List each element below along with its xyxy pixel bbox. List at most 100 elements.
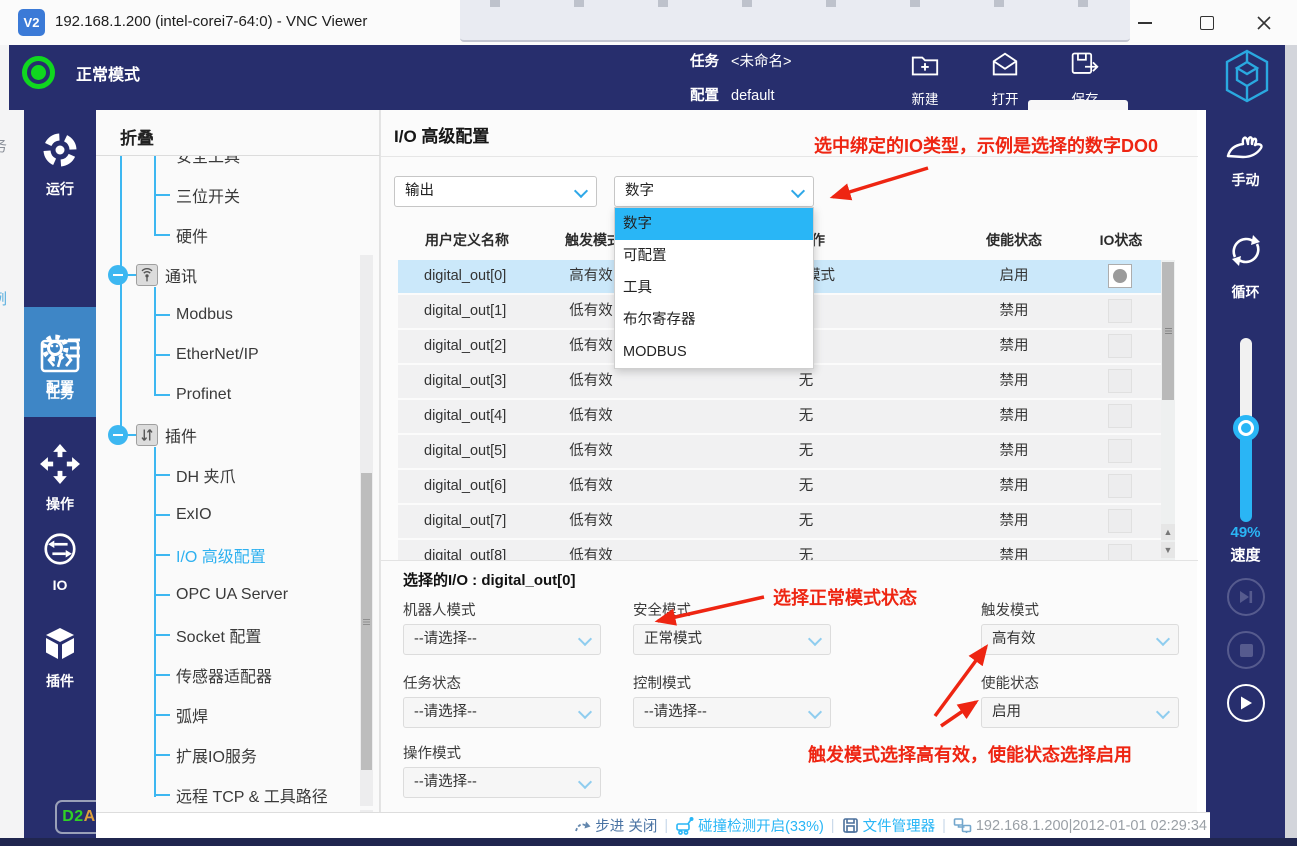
enable-state-select[interactable]: 启用: [981, 697, 1179, 728]
collapse-minus-icon[interactable]: [108, 425, 128, 445]
dropdown-option[interactable]: MODBUS: [615, 336, 813, 368]
cycle-icon[interactable]: [1224, 228, 1268, 277]
cycle-label: 循环: [1206, 282, 1285, 302]
table-row[interactable]: digital_out[5]低有效无禁用: [398, 435, 1161, 468]
trigger-mode: 低有效: [526, 400, 656, 433]
table-row[interactable]: digital_out[3]低有效无禁用: [398, 365, 1161, 398]
tree-item[interactable]: 插件: [108, 424, 197, 446]
scrollbar-thumb[interactable]: [361, 473, 372, 770]
tree-item[interactable]: 三位开关: [154, 185, 240, 205]
play-button[interactable]: [1227, 684, 1265, 722]
task-state-select[interactable]: --请选择--: [403, 697, 601, 728]
tree-item[interactable]: 硬件: [154, 225, 208, 245]
manual-mode-icon[interactable]: [1223, 126, 1269, 169]
trigger-mode: 低有效: [526, 505, 656, 538]
tree-collapse-header[interactable]: 折叠: [120, 124, 154, 149]
control-mode-select[interactable]: --请选择--: [633, 697, 831, 728]
io-type-select[interactable]: 数字: [614, 176, 814, 207]
speed-slider-thumb[interactable]: [1233, 415, 1259, 441]
action: 无: [729, 400, 883, 433]
nav-item-operate[interactable]: 操作: [24, 443, 96, 514]
scroll-up-icon[interactable]: ▲: [1161, 524, 1175, 540]
tree-item[interactable]: Socket 配置: [154, 625, 261, 645]
table-scrollbar[interactable]: ▲ ▼: [1161, 260, 1175, 560]
close-button[interactable]: [1249, 8, 1279, 38]
io-name: digital_out[5]: [424, 435, 506, 468]
nav-item-plugin[interactable]: 插件: [24, 626, 96, 691]
tree-item[interactable]: DH 夹爪: [154, 465, 236, 485]
vnc-toolbar-strip[interactable]: [460, 0, 1130, 42]
operate-mode-label: 操作模式: [403, 742, 461, 763]
open-button[interactable]: 打开: [974, 50, 1036, 108]
action: 无: [729, 470, 883, 503]
file-manager-icon: [842, 817, 859, 834]
table-row[interactable]: digital_out[6]低有效无禁用: [398, 470, 1161, 503]
dropdown-option[interactable]: 工具: [615, 272, 813, 304]
collapse-minus-icon[interactable]: [108, 265, 128, 285]
io-state-indicator: [1108, 299, 1132, 323]
save-icon: [1070, 50, 1100, 83]
scrollbar-thumb[interactable]: [1162, 262, 1174, 400]
nav-item-run[interactable]: 运行: [24, 130, 96, 199]
nav-item-io[interactable]: IO: [24, 530, 96, 593]
action: 无: [729, 540, 883, 560]
scroll-down-icon[interactable]: ▼: [1161, 542, 1175, 558]
open-file-icon: [990, 50, 1020, 83]
step-status[interactable]: 步进 关闭: [574, 815, 657, 836]
dropdown-option[interactable]: 可配置: [615, 240, 813, 272]
network-icon: [953, 817, 972, 834]
speed-value: 49%: [1206, 524, 1285, 541]
tree-item[interactable]: Profinet: [154, 385, 231, 405]
tree-item[interactable]: EtherNet/IP: [154, 345, 259, 365]
config-value: default: [731, 88, 775, 104]
trigger-mode: 低有效: [526, 540, 656, 560]
tree-item[interactable]: 远程 TCP & 工具路径: [154, 785, 328, 805]
tree-connector-line: [120, 156, 122, 436]
task-state-label: 任务状态: [403, 672, 461, 693]
right-control-panel: 手动 循环 49% 速度: [1206, 110, 1285, 838]
title-bar: V2 192.168.1.200 (intel-corei7-64:0) - V…: [0, 0, 1297, 46]
io-state-indicator: [1108, 439, 1132, 463]
operate-mode-select[interactable]: --请选择--: [403, 767, 601, 798]
step-forward-button[interactable]: [1227, 578, 1265, 616]
task-icon: [39, 338, 81, 377]
tree-item[interactable]: 通讯: [108, 264, 197, 286]
tree-item[interactable]: 扩展IO服务: [154, 745, 257, 765]
file-manager-button[interactable]: 文件管理器: [842, 815, 936, 836]
maximize-button[interactable]: [1192, 8, 1222, 38]
dropdown-option[interactable]: 布尔寄存器: [615, 304, 813, 336]
annotation-trigger-enable: 触发模式选择高有效，使能状态选择启用: [808, 741, 1132, 767]
tree-item[interactable]: 弧焊: [154, 705, 208, 725]
stop-button[interactable]: [1227, 631, 1265, 669]
selected-io-label: 选择的I/O : digital_out[0]: [403, 569, 576, 590]
tree-item[interactable]: ExIO: [154, 505, 212, 525]
robot-mode-select[interactable]: --请选择--: [403, 624, 601, 655]
io-state-indicator: [1108, 264, 1132, 288]
tree-item[interactable]: Modbus: [154, 305, 233, 325]
collision-detect-status[interactable]: 碰撞检测开启(33%): [675, 815, 824, 836]
vnc-logo-icon: V2: [18, 9, 45, 36]
io-direction-select[interactable]: 输出: [394, 176, 597, 207]
io-name: digital_out[7]: [424, 505, 506, 538]
new-button[interactable]: 新建: [894, 50, 956, 108]
nav-item-task[interactable]: 任务: [24, 338, 96, 403]
trigger-mode-select[interactable]: 高有效: [981, 624, 1179, 655]
tree-item[interactable]: 安全工具: [154, 156, 240, 165]
enable-state: 禁用: [944, 505, 1084, 538]
chevron-down-icon: [808, 705, 822, 719]
dropdown-option[interactable]: 数字: [615, 208, 813, 240]
minimize-button[interactable]: [1130, 8, 1160, 38]
tree-item[interactable]: OPC UA Server: [154, 585, 288, 605]
tree-item[interactable]: 传感器适配器: [154, 665, 272, 685]
safety-mode-select[interactable]: 正常模式: [633, 624, 831, 655]
table-row[interactable]: digital_out[7]低有效无禁用: [398, 505, 1161, 538]
io-name: digital_out[2]: [424, 330, 506, 363]
table-row[interactable]: digital_out[4]低有效无禁用: [398, 400, 1161, 433]
task-value: <未命名>: [731, 54, 791, 70]
table-row[interactable]: digital_out[8]低有效无禁用: [398, 540, 1161, 560]
tree-scrollbar[interactable]: [360, 255, 373, 806]
enable-state: 禁用: [944, 470, 1084, 503]
speed-label: 速度: [1206, 544, 1285, 565]
tree-item[interactable]: I/O 高级配置: [154, 545, 266, 565]
enable-state: 启用: [944, 260, 1084, 293]
